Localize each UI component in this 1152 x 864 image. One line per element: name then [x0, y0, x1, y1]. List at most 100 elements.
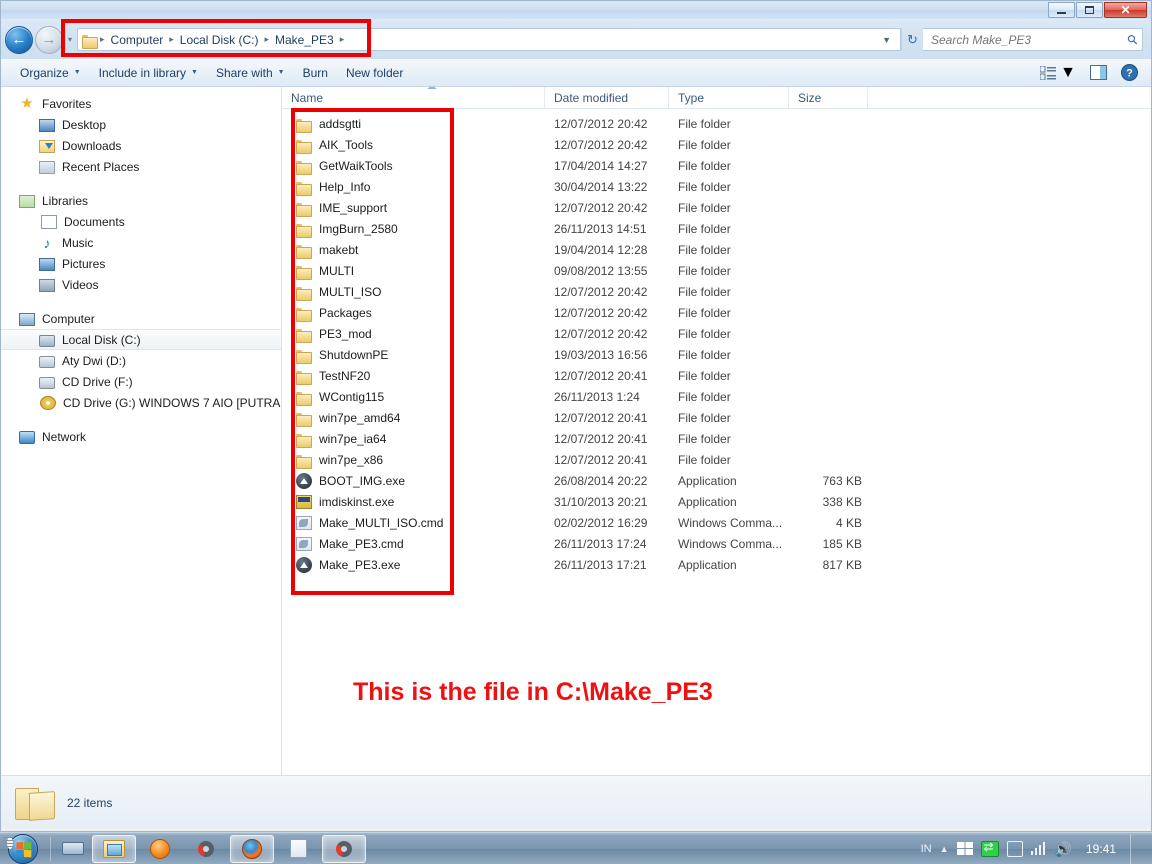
sidebar-item-local-disk-c[interactable]: Local Disk (C:): [1, 329, 281, 350]
cell-name[interactable]: MULTI: [282, 263, 545, 280]
sidebar-item-videos[interactable]: Videos: [1, 274, 281, 295]
burn-button[interactable]: Burn: [294, 62, 337, 84]
sidebar-item-desktop[interactable]: Desktop: [1, 114, 281, 135]
table-row[interactable]: Packages 12/07/2012 20:42 File folder: [282, 302, 1151, 323]
sidebar-item-downloads[interactable]: Downloads: [1, 135, 281, 156]
volume-icon[interactable]: 🔊: [1055, 842, 1072, 856]
search-input[interactable]: [931, 32, 1129, 47]
cell-name[interactable]: addsgtti: [282, 116, 545, 133]
cell-name[interactable]: Make_MULTI_ISO.cmd: [282, 515, 545, 530]
cell-name[interactable]: Help_Info: [282, 179, 545, 196]
nav-header-favorites[interactable]: ★ Favorites: [1, 93, 281, 114]
share-with-button[interactable]: Share with ▼: [207, 62, 294, 84]
back-button[interactable]: ←: [5, 25, 33, 54]
close-button[interactable]: ✕: [1104, 2, 1147, 18]
cell-name[interactable]: IME_support: [282, 200, 545, 217]
taskbar-item-nero[interactable]: [184, 835, 228, 863]
table-row[interactable]: MULTI_ISO 12/07/2012 20:42 File folder: [282, 281, 1151, 302]
breadcrumb-item-make-pe3[interactable]: Make_PE3: [271, 31, 338, 49]
cell-name[interactable]: imdiskinst.exe: [282, 494, 545, 509]
table-row[interactable]: IME_support 12/07/2012 20:42 File folder: [282, 197, 1151, 218]
cell-name[interactable]: BOOT_IMG.exe: [282, 472, 545, 489]
column-header-type[interactable]: Type: [669, 87, 789, 109]
taskbar-item-firefox[interactable]: [230, 834, 274, 863]
forward-button[interactable]: →: [35, 25, 63, 54]
breadcrumb-separator-0[interactable]: ▸: [98, 34, 107, 45]
cell-name[interactable]: ImgBurn_2580: [282, 221, 545, 238]
cell-name[interactable]: WContig115: [282, 389, 545, 406]
sidebar-item-recent-places[interactable]: Recent Places: [1, 156, 281, 177]
cell-name[interactable]: MULTI_ISO: [282, 284, 545, 301]
maximize-button[interactable]: [1076, 2, 1103, 18]
breadcrumb-item-computer[interactable]: Computer: [107, 31, 168, 49]
breadcrumb-separator-1[interactable]: ▸: [167, 34, 176, 45]
table-row[interactable]: BOOT_IMG.exe 26/08/2014 20:22 Application 7…: [282, 470, 1151, 491]
sidebar-item-documents[interactable]: Documents: [1, 211, 281, 232]
table-row[interactable]: makebt 19/04/2014 12:28 File folder: [282, 239, 1151, 260]
address-dropdown-icon[interactable]: ▼: [875, 35, 898, 45]
show-desktop-button[interactable]: [1130, 833, 1144, 864]
cell-name[interactable]: Packages: [282, 305, 545, 322]
table-row[interactable]: AIK_Tools 12/07/2012 20:42 File folder: [282, 134, 1151, 155]
table-row[interactable]: PE3_mod 12/07/2012 20:42 File folder: [282, 323, 1151, 344]
help-button[interactable]: ?: [1114, 61, 1145, 84]
cell-name[interactable]: win7pe_x86: [282, 452, 545, 469]
signal-strength-icon[interactable]: [1030, 842, 1047, 855]
safely-remove-hardware-icon[interactable]: [1006, 840, 1023, 857]
breadcrumb-separator-3[interactable]: ▸: [338, 34, 347, 45]
table-row[interactable]: GetWaikTools 17/04/2014 14:27 File folder: [282, 155, 1151, 176]
taskbar-item-opera[interactable]: [138, 835, 182, 863]
cell-name[interactable]: GetWaikTools: [282, 158, 545, 175]
table-row[interactable]: Make_PE3.exe 26/11/2013 17:21 Application 8…: [282, 554, 1151, 575]
nav-header-libraries[interactable]: Libraries: [1, 190, 281, 211]
table-row[interactable]: Help_Info 30/04/2014 13:22 File folder: [282, 176, 1151, 197]
nav-header-network[interactable]: Network: [1, 426, 281, 447]
cell-name[interactable]: PE3_mod: [282, 326, 545, 343]
table-row[interactable]: addsgtti 12/07/2012 20:42 File folder: [282, 113, 1151, 134]
table-row[interactable]: win7pe_amd64 12/07/2012 20:41 File folder: [282, 407, 1151, 428]
column-header-size[interactable]: Size: [789, 87, 868, 109]
new-folder-button[interactable]: New folder: [337, 62, 412, 84]
table-row[interactable]: MULTI 09/08/2012 13:55 File folder: [282, 260, 1151, 281]
organize-button[interactable]: Organize ▼: [11, 62, 90, 84]
sidebar-item-cd-drive-g[interactable]: CD Drive (G:) WINDOWS 7 AIO [PUTRANETW: [1, 392, 281, 413]
nav-header-computer[interactable]: Computer: [1, 308, 281, 329]
taskbar-item-keyboard[interactable]: [56, 835, 90, 863]
language-indicator[interactable]: IN: [921, 843, 932, 855]
table-row[interactable]: Make_MULTI_ISO.cmd 02/02/2012 16:29 Window…: [282, 512, 1151, 533]
clock[interactable]: 19:41: [1080, 842, 1122, 856]
sidebar-item-cd-drive-f[interactable]: CD Drive (F:): [1, 371, 281, 392]
minimize-button[interactable]: [1048, 2, 1075, 18]
table-row[interactable]: WContig115 26/11/2013 1:24 File folder: [282, 386, 1151, 407]
cell-name[interactable]: Make_PE3.cmd: [282, 536, 545, 551]
show-hidden-icons-button[interactable]: ▲: [940, 844, 949, 854]
table-row[interactable]: imdiskinst.exe 31/10/2013 20:21 Applicatio…: [282, 491, 1151, 512]
column-header-name[interactable]: Name: [282, 87, 545, 109]
cell-name[interactable]: ShutdownPE: [282, 347, 545, 364]
table-row[interactable]: TestNF20 12/07/2012 20:41 File folder: [282, 365, 1151, 386]
cell-name[interactable]: TestNF20: [282, 368, 545, 385]
windows-action-icon[interactable]: [956, 841, 973, 856]
table-row[interactable]: ImgBurn_2580 26/11/2013 14:51 File folder: [282, 218, 1151, 239]
taskbar-item-nero-2[interactable]: [322, 834, 366, 863]
refresh-button[interactable]: ↻: [901, 28, 923, 51]
cell-name[interactable]: win7pe_amd64: [282, 410, 545, 427]
preview-pane-button[interactable]: [1083, 62, 1114, 83]
taskbar-item-windows-explorer[interactable]: [92, 834, 136, 863]
column-header-date-modified[interactable]: Date modified: [545, 87, 669, 109]
table-row[interactable]: Make_PE3.cmd 26/11/2013 17:24 Windows Comm…: [282, 533, 1151, 554]
sidebar-item-pictures[interactable]: Pictures: [1, 253, 281, 274]
search-box[interactable]: ⚲: [923, 28, 1143, 51]
taskbar-item-notepad[interactable]: [276, 835, 320, 863]
breadcrumb-separator-2[interactable]: ▸: [262, 34, 271, 45]
table-row[interactable]: win7pe_x86 12/07/2012 20:41 File folder: [282, 449, 1151, 470]
sidebar-item-aty-dwi-d[interactable]: Aty Dwi (D:): [1, 350, 281, 371]
cell-name[interactable]: AIK_Tools: [282, 137, 545, 154]
table-row[interactable]: win7pe_ia64 12/07/2012 20:41 File folder: [282, 428, 1151, 449]
cell-name[interactable]: makebt: [282, 242, 545, 259]
breadcrumb-item-local-disk-c[interactable]: Local Disk (C:): [176, 31, 263, 49]
include-in-library-button[interactable]: Include in library ▼: [90, 62, 207, 84]
address-bar[interactable]: ▸ Computer ▸ Local Disk (C:) ▸ Make_PE3 …: [77, 28, 901, 51]
change-view-button[interactable]: ▼: [1033, 61, 1083, 85]
cell-name[interactable]: win7pe_ia64: [282, 431, 545, 448]
